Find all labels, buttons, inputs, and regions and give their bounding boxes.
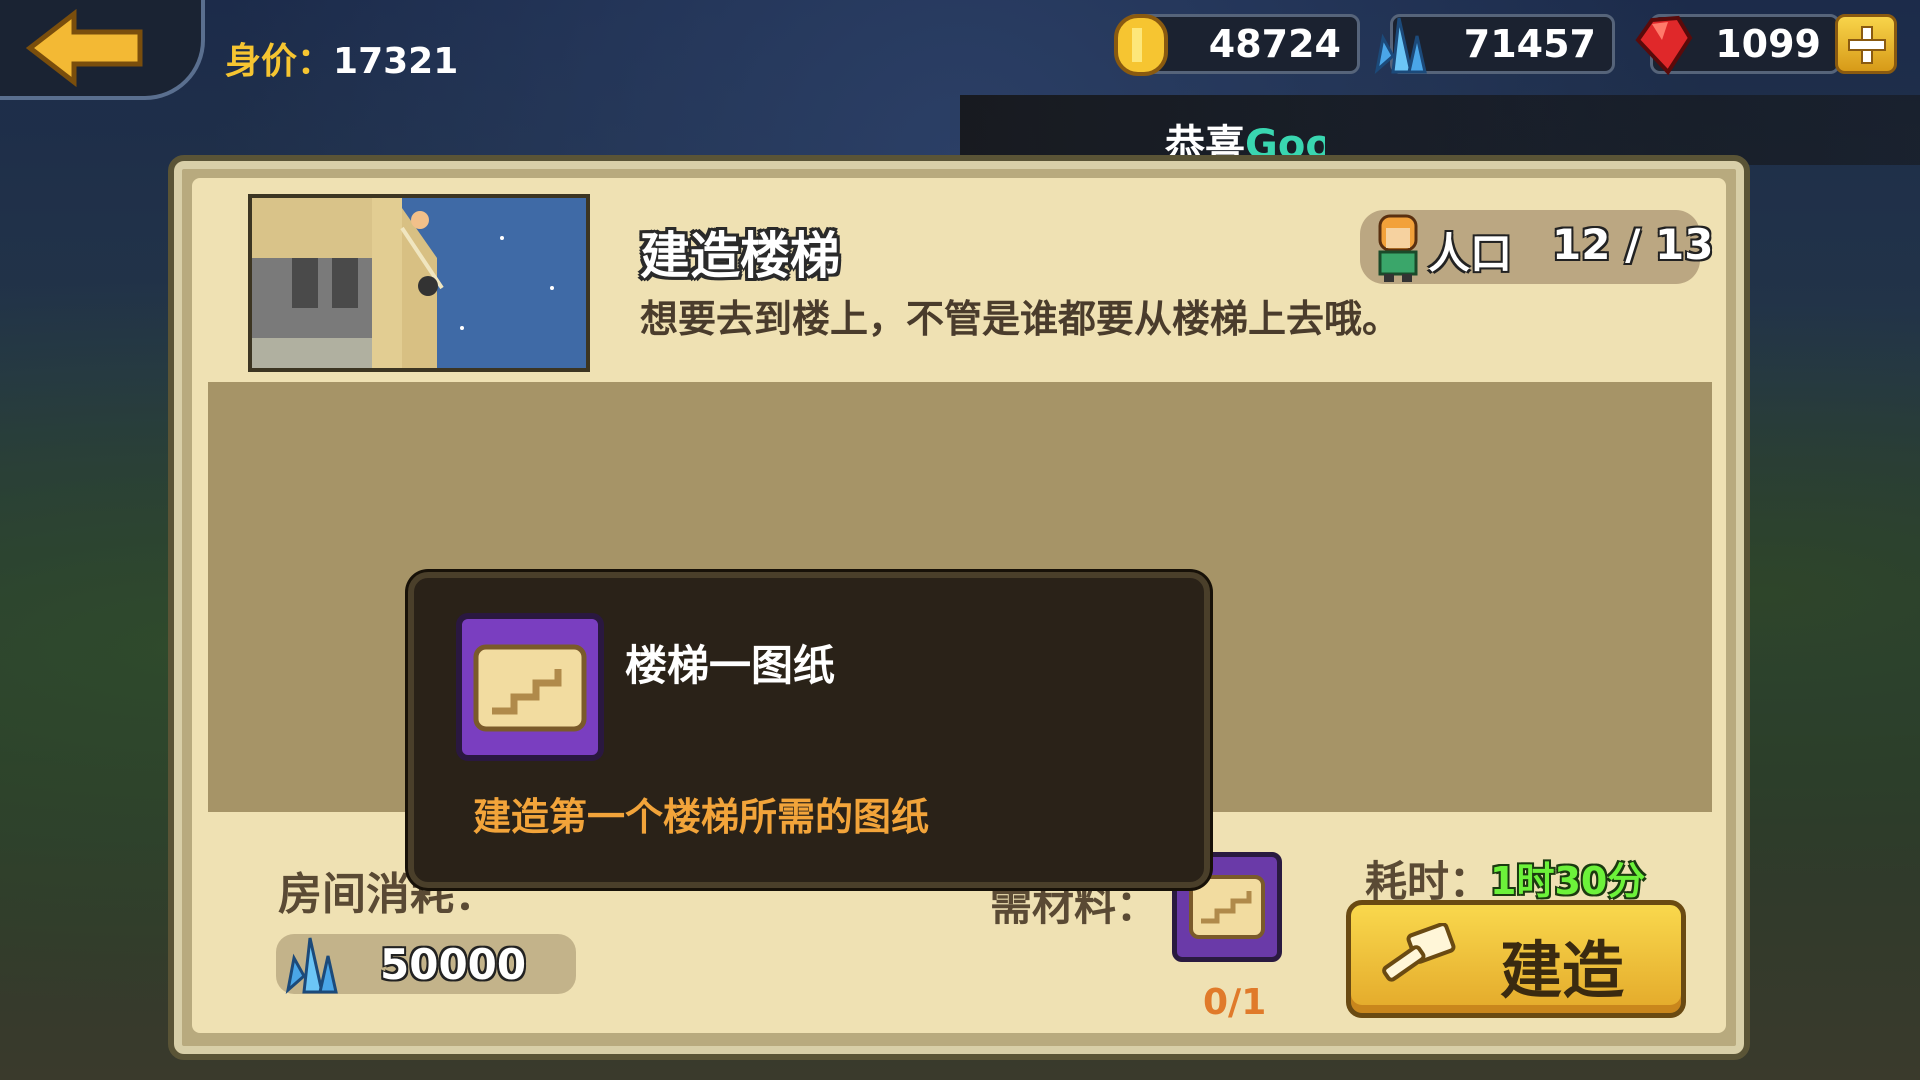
crystal-icon <box>1374 17 1427 74</box>
ruby-icon <box>1635 15 1693 76</box>
room-cost-value: 50000 <box>380 940 527 989</box>
material-count: 0/1 <box>1203 982 1267 1023</box>
building-description: 想要去到楼上，不管是谁都要从楼梯上去哦。 <box>640 297 1401 341</box>
net-worth-label: 身价： <box>225 41 334 82</box>
tooltip-item-name: 楼梯一图纸 <box>625 641 836 690</box>
net-worth: 身价：17321 <box>225 32 485 82</box>
blueprint-scroll-icon <box>473 644 587 732</box>
room-preview-image <box>248 194 590 372</box>
back-arrow-icon <box>26 8 143 88</box>
building-title: 建造楼梯 <box>640 227 840 285</box>
build-time-value: 1时30分 <box>1490 859 1646 903</box>
population-value: 12 / 13 <box>1552 220 1714 269</box>
gold-coin-icon <box>1114 14 1168 76</box>
add-currency-button[interactable] <box>1835 14 1897 74</box>
build-button-label: 建造 <box>1500 934 1625 1007</box>
villager-icon <box>1378 214 1418 282</box>
tooltip-item-description: 建造第一个楼梯所需的图纸 <box>473 795 930 839</box>
back-button[interactable] <box>0 0 205 100</box>
crystal-icon <box>285 937 338 994</box>
hammer-icon <box>1382 923 1456 982</box>
net-worth-value: 17321 <box>333 41 459 82</box>
tooltip-item-slot <box>456 613 604 761</box>
population-label: 人口 <box>1428 229 1513 278</box>
